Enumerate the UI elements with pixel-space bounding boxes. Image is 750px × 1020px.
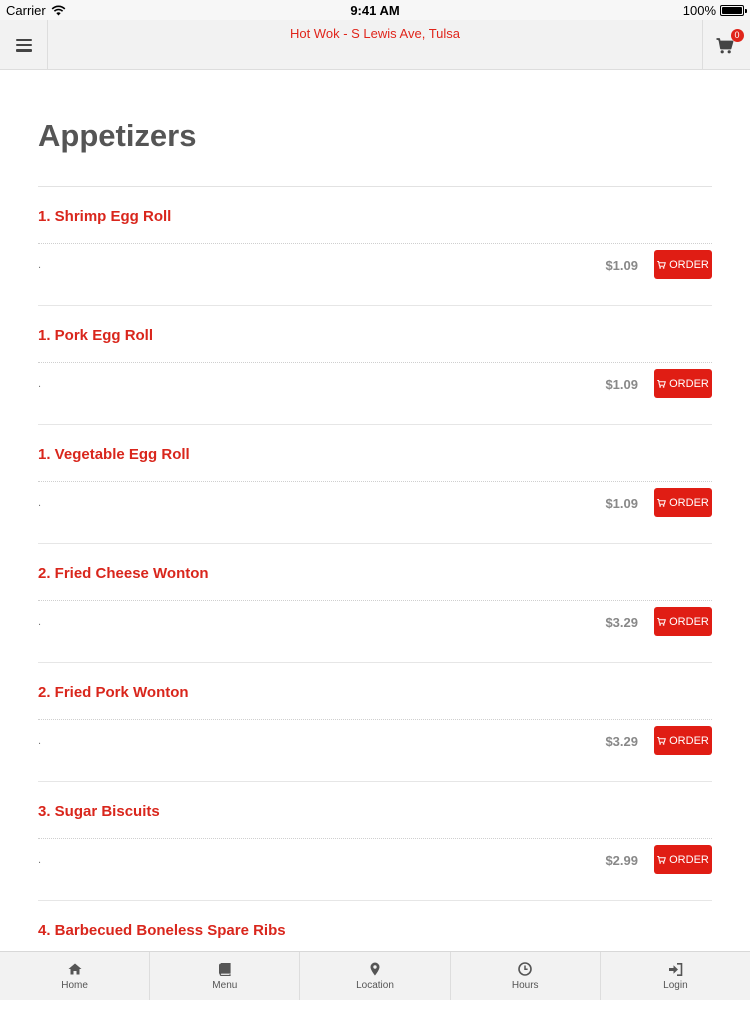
cart-icon xyxy=(657,617,667,626)
order-button[interactable]: ORDER xyxy=(654,250,712,279)
order-button-label: ORDER xyxy=(669,853,709,866)
order-button[interactable]: ORDER xyxy=(654,488,712,517)
tab-home[interactable]: Home xyxy=(0,952,151,1000)
item-name[interactable]: 1. Pork Egg Roll xyxy=(38,327,153,344)
status-bar: Carrier 9:41 AM 100% xyxy=(0,0,750,20)
item-name[interactable]: 1. Vegetable Egg Roll xyxy=(38,446,190,463)
item-name[interactable]: 2. Fried Pork Wonton xyxy=(38,684,189,701)
shopping-cart-icon xyxy=(716,38,733,54)
item-name[interactable]: 3. Sugar Biscuits xyxy=(38,803,160,820)
menu-item: 2. Fried Cheese Wonton . $3.29 ORDER xyxy=(38,544,712,663)
item-price: $3.29 xyxy=(605,615,638,630)
sign-in-icon xyxy=(668,962,683,976)
order-button-label: ORDER xyxy=(669,734,709,747)
item-price: $3.29 xyxy=(605,734,638,749)
item-description: . xyxy=(38,497,42,509)
order-button[interactable]: ORDER xyxy=(654,369,712,398)
item-divider xyxy=(38,719,712,720)
item-price: $1.09 xyxy=(605,496,638,511)
menu-item: 3. Sugar Biscuits . $2.99 ORDER xyxy=(38,782,712,901)
cart-icon xyxy=(657,736,667,745)
order-button-label: ORDER xyxy=(669,258,709,271)
tab-home-label: Home xyxy=(61,980,88,991)
order-button-label: ORDER xyxy=(669,496,709,509)
item-divider xyxy=(38,600,712,601)
cart-icon xyxy=(657,498,667,507)
tab-location[interactable]: Location xyxy=(300,952,451,1000)
item-description: . xyxy=(38,616,42,628)
item-divider xyxy=(38,243,712,244)
clock-icon xyxy=(518,962,533,976)
home-icon xyxy=(68,963,82,975)
tab-login-label: Login xyxy=(663,980,688,991)
order-button[interactable]: ORDER xyxy=(654,726,712,755)
order-button-label: ORDER xyxy=(669,615,709,628)
item-name[interactable]: 2. Fried Cheese Wonton xyxy=(38,565,209,582)
top-navbar: Hot Wok - S Lewis Ave, Tulsa 0 xyxy=(0,20,750,70)
battery-icon xyxy=(720,5,747,16)
cart-icon xyxy=(657,379,667,388)
item-divider xyxy=(38,481,712,482)
tab-menu[interactable]: Menu xyxy=(150,952,301,1000)
tab-hours-label: Hours xyxy=(511,980,539,991)
item-description: . xyxy=(38,854,42,866)
item-description: . xyxy=(38,735,42,747)
item-price: $1.09 xyxy=(605,377,638,392)
restaurant-title: Hot Wok - S Lewis Ave, Tulsa xyxy=(289,26,461,41)
item-price: $1.09 xyxy=(605,258,638,273)
menu-item: 1. Pork Egg Roll . $1.09 ORDER xyxy=(38,306,712,425)
tab-hours[interactable]: Hours xyxy=(451,952,601,1000)
order-button-label: ORDER xyxy=(669,377,709,390)
menu-toggle-button[interactable] xyxy=(0,20,48,70)
item-description: . xyxy=(38,378,42,390)
order-button[interactable]: ORDER xyxy=(654,607,712,636)
cart-count-badge: 0 xyxy=(730,29,744,42)
battery-indicator: 100% xyxy=(682,3,747,18)
tab-location-label: Location xyxy=(356,980,394,991)
menu-item: 1. Shrimp Egg Roll . $1.09 ORDER xyxy=(38,187,712,306)
item-divider xyxy=(38,362,712,363)
section-title: Appetizers xyxy=(38,118,197,153)
item-description: . xyxy=(38,259,42,271)
item-price: $2.99 xyxy=(605,853,638,868)
order-button[interactable]: ORDER xyxy=(654,845,712,874)
cart-icon xyxy=(657,260,667,269)
hamburger-icon xyxy=(15,38,32,52)
book-icon xyxy=(219,962,231,976)
item-divider xyxy=(38,838,712,839)
clock-time: 9:41 AM xyxy=(350,3,400,18)
cart-button[interactable]: 0 xyxy=(702,20,750,70)
item-name[interactable]: 1. Shrimp Egg Roll xyxy=(38,208,171,225)
battery-percent: 100% xyxy=(682,3,716,18)
tab-menu-label: Menu xyxy=(212,980,238,991)
menu-item: 2. Fried Pork Wonton . $3.29 ORDER xyxy=(38,663,712,782)
menu-item: 1. Vegetable Egg Roll . $1.09 ORDER xyxy=(38,425,712,544)
tab-login[interactable]: Login xyxy=(601,952,750,1000)
map-marker-icon xyxy=(370,962,380,976)
item-name[interactable]: 4. Barbecued Boneless Spare Ribs xyxy=(38,922,286,939)
menu-content: Appetizers 1. Shrimp Egg Roll . $1.09 OR… xyxy=(38,70,712,1020)
cart-icon xyxy=(657,855,667,864)
bottom-tab-bar: Home Menu Location Hours Login xyxy=(0,951,750,1000)
